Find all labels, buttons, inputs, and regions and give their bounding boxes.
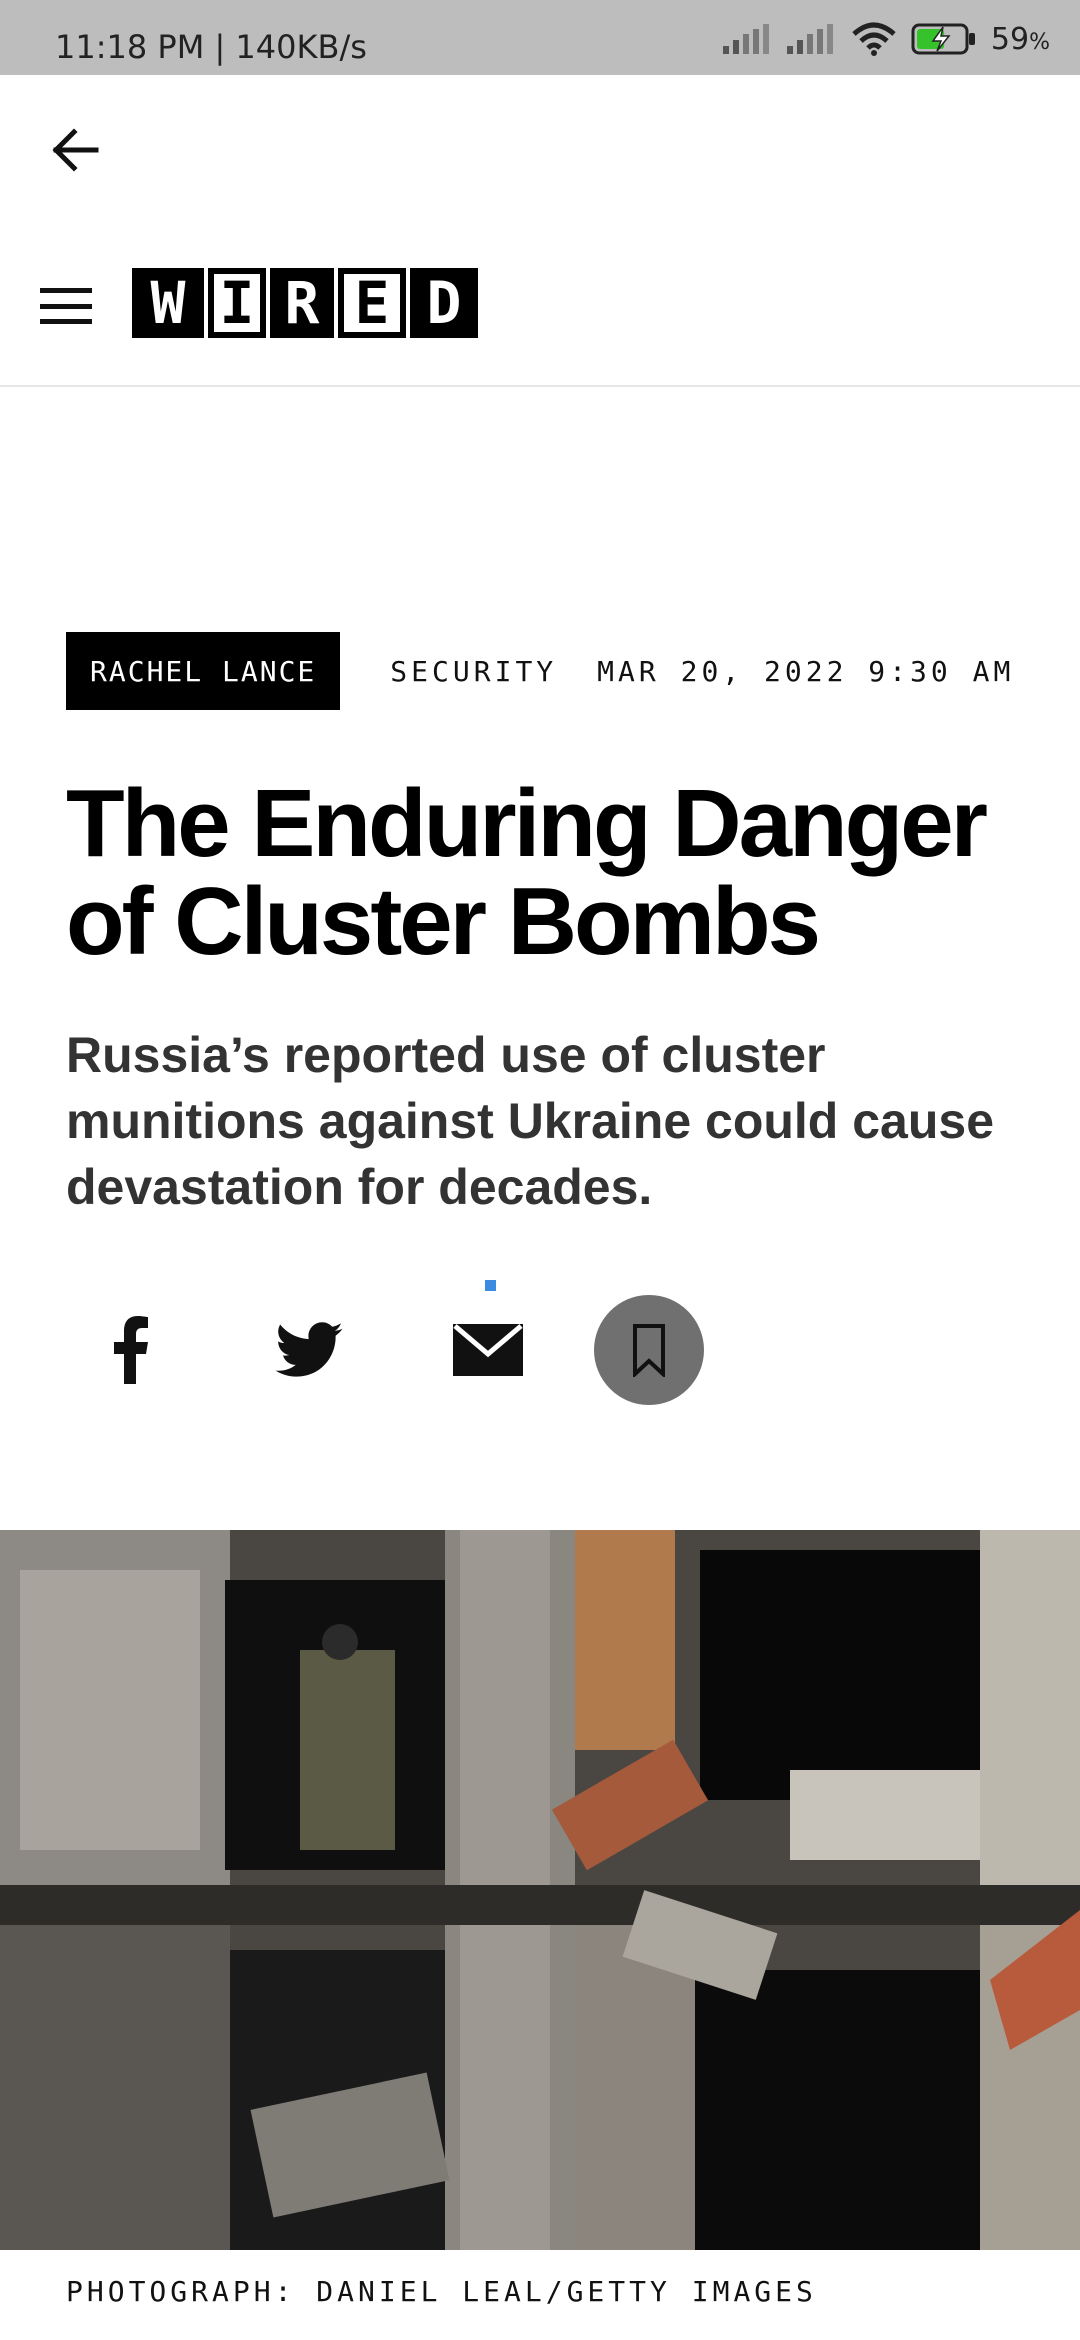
back-button[interactable] <box>40 120 110 180</box>
save-story-button[interactable] <box>594 1295 704 1405</box>
email-share-button[interactable] <box>433 1295 543 1405</box>
twitter-icon <box>275 1322 343 1377</box>
status-icons: 59% <box>722 18 1050 60</box>
logo-letter: D <box>410 268 478 338</box>
battery-icon <box>911 23 975 55</box>
section-link[interactable]: SECURITY <box>390 655 557 688</box>
site-header: W I R E D <box>0 225 1080 387</box>
facebook-icon <box>114 1316 148 1384</box>
article-title: The Enduring Danger of Cluster Bombs <box>66 770 988 975</box>
publish-date: MAR 20, 2022 9:30 AM <box>597 654 1015 688</box>
facebook-share-button[interactable] <box>76 1295 186 1405</box>
signal-icon <box>722 24 769 54</box>
logo-letter: I <box>208 268 266 338</box>
top-bar <box>0 75 1080 225</box>
article-meta: RACHEL LANCE SECURITY MAR 20, 2022 9:30 … <box>66 632 1014 710</box>
status-time-speed: 11:18 PM | 140KB/s <box>55 28 367 66</box>
author-link[interactable]: RACHEL LANCE <box>66 632 341 710</box>
wired-logo[interactable]: W I R E D <box>132 268 478 338</box>
lead-photo <box>0 1530 1080 2250</box>
photo-illustration <box>0 1530 1080 2250</box>
logo-letter: R <box>270 268 334 338</box>
wifi-icon <box>852 22 896 56</box>
mail-icon <box>453 1324 523 1376</box>
battery-percent: 59% <box>990 21 1050 57</box>
hamburger-menu-button[interactable] <box>40 280 92 332</box>
photo-credit: PHOTOGRAPH: DANIEL LEAL/GETTY IMAGES <box>66 2275 817 2308</box>
logo-letter: W <box>132 268 204 338</box>
arrow-left-icon <box>52 128 99 172</box>
share-bar <box>0 1295 1080 1405</box>
status-bar: 11:18 PM | 140KB/s 59% <box>0 0 1080 75</box>
bookmark-icon <box>633 1324 665 1377</box>
indicator-dot <box>485 1280 496 1291</box>
logo-letter: E <box>338 268 406 338</box>
article-dek: Russia’s reported use of cluster munitio… <box>66 1027 995 1215</box>
signal-icon <box>786 24 833 54</box>
twitter-share-button[interactable] <box>254 1295 364 1405</box>
